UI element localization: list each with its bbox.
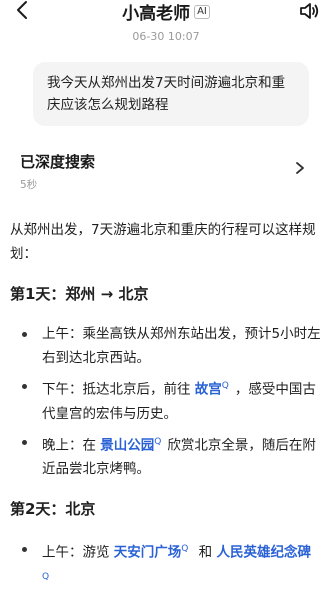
- link-jingshan-park[interactable]: 景山公园: [100, 437, 154, 453]
- list-item: 上午：游览 天安门广场Q 和 人民英雄纪念碑Q: [10, 537, 322, 592]
- day2-morning-pre: 上午：游览: [42, 544, 114, 561]
- speaker-icon[interactable]: [298, 0, 320, 22]
- day1-afternoon-pre: 下午：抵达北京后，前往: [42, 381, 195, 398]
- list-item: 晚上：在 景山公园Q 欣赏北京全景，随后在附近品尝北京烤鸭。: [10, 430, 322, 482]
- search-icon[interactable]: Q: [154, 437, 161, 447]
- message-timestamp: 06-30 10:07: [132, 30, 200, 43]
- link-tiananmen[interactable]: 天安门广场: [114, 545, 182, 561]
- bullet: [22, 547, 27, 552]
- list-item: 下午：抵达北京后，前往 故宫Q ，感受中国古代皇宫的宏伟与历史。: [10, 374, 322, 426]
- bullet: [22, 384, 27, 389]
- search-icon[interactable]: Q: [222, 381, 229, 391]
- top-bar: 小高老师 AI: [0, 0, 332, 34]
- page-title: 小高老师 AI: [0, 0, 332, 24]
- answer-content: 从郑州出发，7天游遍北京和重庆的行程可以这样规划： 第1天：郑州 → 北京 上午…: [10, 218, 322, 592]
- day1-morning: 上午：乘坐高铁从郑州东站出发，预计5小时左右到达北京西站。: [42, 326, 321, 366]
- ai-badge: AI: [194, 4, 210, 19]
- search-icon[interactable]: Q: [42, 572, 49, 582]
- day1-list: 上午：乘坐高铁从郑州东站出发，预计5小时左右到达北京西站。 下午：抵达北京后，前…: [10, 322, 322, 481]
- day2-heading: 第2天：北京: [10, 500, 96, 518]
- user-message-bubble: 我今天从郑州出发7天时间游遍北京和重庆应该怎么规划路程: [33, 62, 309, 126]
- day2-list: 上午：游览 天安门广场Q 和 人民英雄纪念碑Q: [10, 537, 322, 592]
- day2-morning-mid: 和: [194, 544, 217, 561]
- day1-evening-pre: 晚上：在: [42, 437, 101, 453]
- link-monument[interactable]: 人民英雄纪念碑: [216, 545, 311, 561]
- deep-search-card[interactable]: 已深度搜索 5秒: [10, 145, 322, 197]
- bullet: [22, 332, 27, 337]
- answer-intro: 从郑州出发，7天游遍北京和重庆的行程可以这样规划：: [10, 222, 316, 262]
- deep-search-duration: 5秒: [20, 179, 38, 191]
- search-icon[interactable]: Q: [181, 544, 188, 554]
- day1-heading: 第1天：郑州 → 北京: [10, 285, 149, 303]
- link-gugong[interactable]: 故宫: [195, 382, 222, 398]
- bullet: [22, 439, 27, 445]
- assistant-name: 小高老师: [122, 4, 191, 24]
- deep-search-title: 已深度搜索: [20, 153, 96, 171]
- chevron-right-icon: [296, 162, 304, 174]
- list-item: 上午：乘坐高铁从郑州东站出发，预计5小时左右到达北京西站。: [10, 322, 322, 370]
